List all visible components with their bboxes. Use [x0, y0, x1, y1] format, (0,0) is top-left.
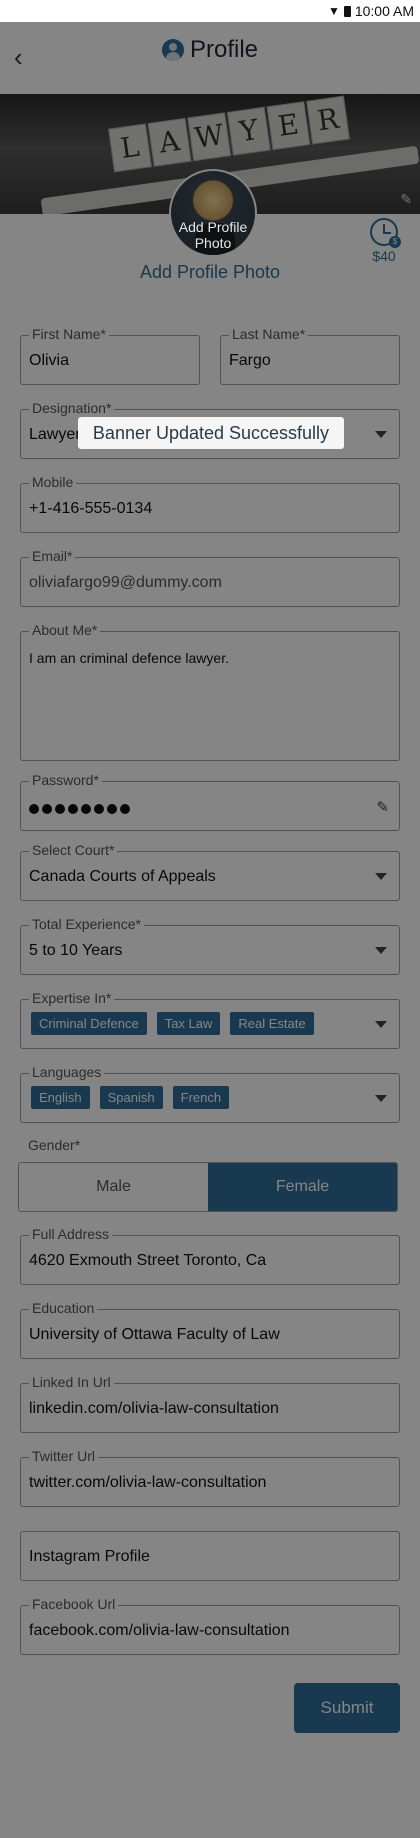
status-bar: ▼ 10:00 AM [0, 0, 420, 22]
status-time: 10:00 AM [354, 3, 414, 19]
dim-overlay [0, 22, 420, 1838]
avatar-overlay-text: Add Profile Photo [178, 219, 248, 251]
wifi-icon: ▼ [327, 4, 340, 18]
toast-message: Banner Updated Successfully [78, 417, 344, 449]
battery-icon [343, 5, 351, 17]
